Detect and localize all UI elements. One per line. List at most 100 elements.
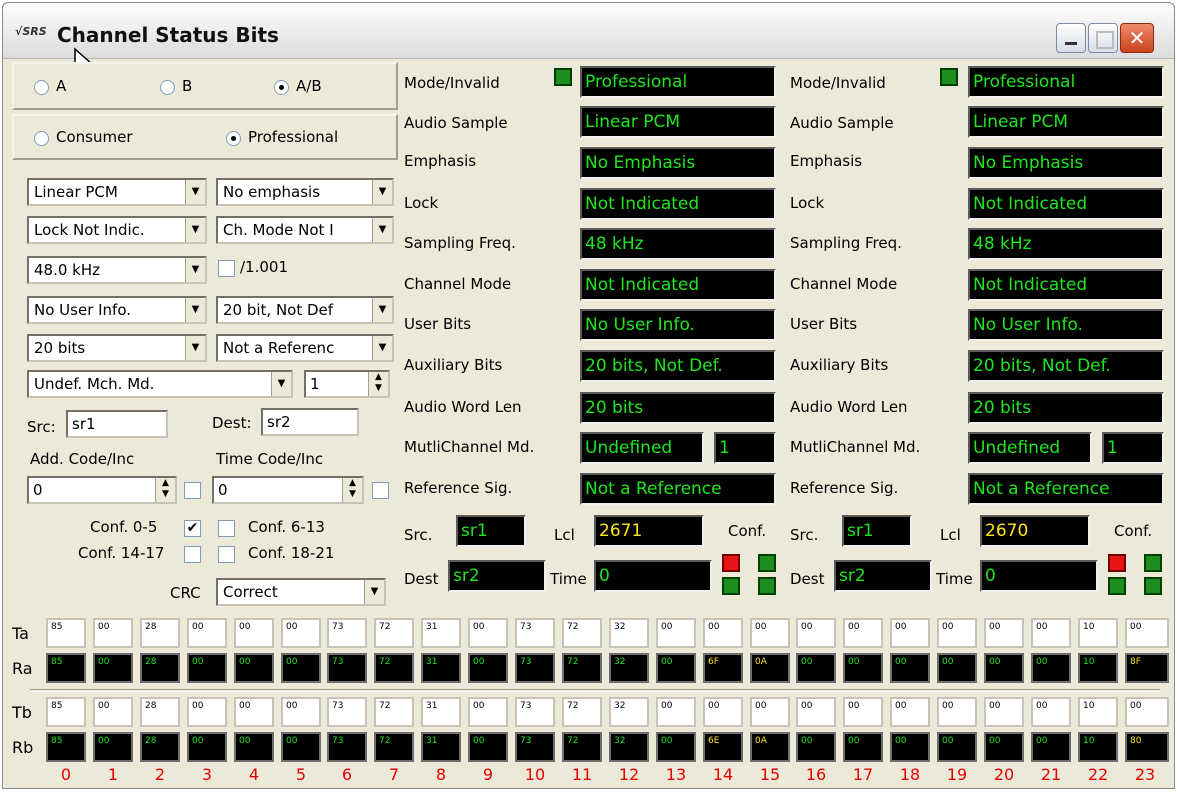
byte-cell-tb-10[interactable]: 73 <box>515 697 555 727</box>
byte-cell-tb-19[interactable]: 00 <box>937 697 977 727</box>
rate-1001-checkbox[interactable] <box>218 260 235 277</box>
byte-cell-tb-20[interactable]: 00 <box>984 697 1024 727</box>
conf-14-17-checkbox[interactable] <box>184 546 201 563</box>
conf-status-led-top <box>758 554 776 572</box>
crc-label: CRC <box>170 584 201 602</box>
byte-cell-ta-14[interactable]: 00 <box>703 618 743 648</box>
byte-cell-ta-4[interactable]: 00 <box>234 618 274 648</box>
radio-ab[interactable] <box>274 80 289 95</box>
chevron-down-icon[interactable]: ▼ <box>185 180 205 204</box>
byte-cell-tb-6[interactable]: 73 <box>327 697 367 727</box>
byte-cell-ta-5[interactable]: 00 <box>281 618 321 648</box>
byte-cell-ta-7[interactable]: 72 <box>374 618 414 648</box>
byte-cell-tb-0[interactable]: 85 <box>46 697 86 727</box>
byte-cell-tb-14[interactable]: 00 <box>703 697 743 727</box>
user-info-combo[interactable]: No User Info. ▼ <box>27 296 207 324</box>
time-code-input[interactable]: 0 ▲ ▼ <box>212 476 364 504</box>
byte-cell-ta-2[interactable]: 28 <box>140 618 180 648</box>
conf-0-5-checkbox[interactable]: ✔ <box>184 520 201 537</box>
byte-cell-ta-15[interactable]: 00 <box>750 618 790 648</box>
status-value-8: 20 bits <box>580 392 776 424</box>
chevron-down-icon[interactable]: ▼ <box>372 298 392 322</box>
byte-cell-ta-13[interactable]: 00 <box>656 618 696 648</box>
multichannel-combo[interactable]: Undef. Mch. Md. ▼ <box>27 370 293 398</box>
byte-cell-tb-8[interactable]: 31 <box>421 697 461 727</box>
byte-cell-ra-19: 00 <box>937 653 977 683</box>
chevron-down-icon[interactable]: ▼ <box>372 218 392 242</box>
radio-a[interactable] <box>34 80 49 95</box>
reference-combo[interactable]: Not a Referenc ▼ <box>216 334 394 362</box>
byte-cell-ta-3[interactable]: 00 <box>187 618 227 648</box>
byte-cell-ta-19[interactable]: 00 <box>937 618 977 648</box>
byte-index-0: 0 <box>60 765 72 784</box>
conf-6-13-checkbox[interactable] <box>218 520 235 537</box>
chevron-down-icon[interactable]: ▼ <box>185 336 205 360</box>
chevron-down-icon[interactable]: ▼ <box>372 180 392 204</box>
radio-consumer[interactable] <box>34 131 49 146</box>
emphasis-combo[interactable]: No emphasis ▼ <box>216 178 394 206</box>
aux-bits-combo[interactable]: 20 bit, Not Def ▼ <box>216 296 394 324</box>
byte-cell-ta-8[interactable]: 31 <box>421 618 461 648</box>
byte-cell-tb-16[interactable]: 00 <box>796 697 836 727</box>
byte-cell-tb-13[interactable]: 00 <box>656 697 696 727</box>
radio-b[interactable] <box>160 80 175 95</box>
byte-cell-tb-5[interactable]: 00 <box>281 697 321 727</box>
crc-combo[interactable]: Correct ▼ <box>216 578 386 606</box>
title-bar[interactable]: √SRS Channel Status Bits <box>3 3 1174 59</box>
spin-arrows-icon[interactable]: ▲ ▼ <box>342 478 362 502</box>
audio-sample-combo[interactable]: Linear PCM ▼ <box>27 178 207 206</box>
channel-mode-combo[interactable]: Ch. Mode Not I ▼ <box>216 216 394 244</box>
spin-arrows-icon[interactable]: ▲ ▼ <box>368 372 388 396</box>
radio-professional[interactable] <box>226 131 241 146</box>
multichannel-spinner[interactable]: 1 ▲ ▼ <box>304 370 390 398</box>
byte-cell-tb-18[interactable]: 00 <box>890 697 930 727</box>
byte-cell-ta-12[interactable]: 32 <box>609 618 649 648</box>
lock-combo[interactable]: Lock Not Indic. ▼ <box>27 216 207 244</box>
byte-cell-tb-21[interactable]: 00 <box>1031 697 1071 727</box>
byte-cell-tb-17[interactable]: 00 <box>843 697 883 727</box>
byte-cell-tb-4[interactable]: 00 <box>234 697 274 727</box>
byte-cell-tb-7[interactable]: 72 <box>374 697 414 727</box>
byte-cell-tb-2[interactable]: 28 <box>140 697 180 727</box>
byte-cell-tb-12[interactable]: 32 <box>609 697 649 727</box>
time-code-inc-checkbox[interactable] <box>372 482 389 499</box>
byte-cell-tb-15[interactable]: 00 <box>750 697 790 727</box>
byte-cell-ta-23[interactable]: 00 <box>1125 618 1169 648</box>
byte-cell-tb-3[interactable]: 00 <box>187 697 227 727</box>
word-len-combo[interactable]: 20 bits ▼ <box>27 334 207 362</box>
dest-input[interactable]: sr2 <box>261 408 359 436</box>
byte-cell-ta-16[interactable]: 00 <box>796 618 836 648</box>
byte-cell-tb-9[interactable]: 00 <box>468 697 508 727</box>
chevron-down-icon[interactable]: ▼ <box>185 258 205 282</box>
spin-arrows-icon[interactable]: ▲ ▼ <box>155 478 175 502</box>
src-input[interactable]: sr1 <box>66 410 168 438</box>
sampling-freq-combo[interactable]: 48.0 kHz ▼ <box>27 256 207 284</box>
close-button[interactable] <box>1120 23 1154 53</box>
byte-cell-tb-11[interactable]: 72 <box>562 697 602 727</box>
chevron-down-icon[interactable]: ▼ <box>185 218 205 242</box>
byte-cell-ta-20[interactable]: 00 <box>984 618 1024 648</box>
byte-cell-rb-2: 28 <box>140 732 180 762</box>
chevron-down-icon[interactable]: ▼ <box>185 298 205 322</box>
chevron-down-icon[interactable]: ▼ <box>364 580 384 604</box>
byte-cell-ta-1[interactable]: 00 <box>93 618 133 648</box>
byte-cell-ta-9[interactable]: 00 <box>468 618 508 648</box>
add-code-inc-checkbox[interactable] <box>184 482 201 499</box>
conf-18-21-checkbox[interactable] <box>218 546 235 563</box>
byte-cell-ta-21[interactable]: 00 <box>1031 618 1071 648</box>
chevron-down-icon[interactable]: ▼ <box>271 372 291 396</box>
byte-cell-ta-18[interactable]: 00 <box>890 618 930 648</box>
add-code-input[interactable]: 0 ▲ ▼ <box>27 476 177 504</box>
byte-cell-ta-17[interactable]: 00 <box>843 618 883 648</box>
maximize-button[interactable] <box>1088 23 1118 53</box>
byte-cell-ta-0[interactable]: 85 <box>46 618 86 648</box>
byte-cell-ta-10[interactable]: 73 <box>515 618 555 648</box>
byte-cell-tb-23[interactable]: 00 <box>1125 697 1169 727</box>
chevron-down-icon[interactable]: ▼ <box>372 336 392 360</box>
byte-cell-tb-22[interactable]: 10 <box>1078 697 1118 727</box>
byte-cell-ta-11[interactable]: 72 <box>562 618 602 648</box>
byte-cell-ta-22[interactable]: 10 <box>1078 618 1118 648</box>
byte-cell-ta-6[interactable]: 73 <box>327 618 367 648</box>
byte-cell-tb-1[interactable]: 00 <box>93 697 133 727</box>
minimize-button[interactable] <box>1056 23 1086 53</box>
